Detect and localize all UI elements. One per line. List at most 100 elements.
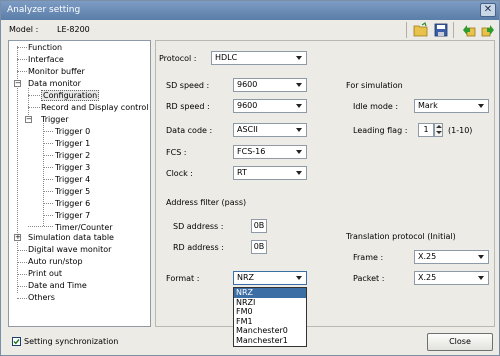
format-option[interactable]: NRZ (234, 288, 306, 298)
chevron-down-icon (293, 147, 305, 157)
setting-sync-checkbox[interactable] (12, 337, 21, 346)
tree-item-trigger-5[interactable]: Trigger 5 (55, 186, 90, 197)
rd-address-input[interactable]: 0B (251, 240, 267, 254)
format-option[interactable]: Manchester1 (234, 336, 306, 346)
chevron-down-icon (475, 273, 487, 283)
packet-label: Packet : (353, 274, 385, 283)
tree-item-simulation-data-table[interactable]: Simulation data table (28, 232, 114, 243)
protocol-select[interactable]: HDLC (211, 51, 307, 65)
tree-line (43, 191, 53, 192)
leading-flag-label: Leading flag : (353, 126, 408, 135)
chevron-down-icon (293, 168, 305, 178)
tree-line (43, 123, 44, 226)
chevron-down-icon (475, 252, 487, 262)
tree-line (43, 203, 53, 204)
format-dropdown-list[interactable]: NRZ NRZI FM0 FM1 Manchester0 Manchester1 (233, 287, 307, 347)
format-option[interactable]: FM1 (234, 317, 306, 327)
idle-mode-select[interactable]: Mark (414, 99, 489, 113)
packet-select[interactable]: X.25 (414, 271, 489, 285)
collapse-icon[interactable]: − (14, 80, 21, 87)
sd-speed-label: SD speed : (166, 81, 210, 90)
spin-up-icon[interactable] (436, 125, 442, 128)
clock-value: RT (237, 168, 247, 177)
spin-down-icon[interactable] (436, 131, 442, 134)
tree-item-trigger-2[interactable]: Trigger 2 (55, 150, 90, 161)
fcs-select[interactable]: FCS-16 (233, 145, 307, 159)
close-button[interactable]: Close (427, 333, 493, 351)
sd-address-input[interactable]: 0B (251, 219, 267, 233)
title-bar: Analyzer setting ✕ (1, 1, 499, 20)
tree-item-print-out[interactable]: Print out (28, 268, 62, 279)
format-value: NRZ (237, 273, 255, 282)
tree-item-digital-wave-monitor[interactable]: Digital wave monitor (28, 244, 111, 255)
settings-tree[interactable]: − − + Function Interface Monitor buffer … (8, 40, 151, 327)
expand-icon[interactable]: + (14, 234, 21, 241)
chevron-down-icon (293, 273, 305, 283)
simulation-title: For simulation (346, 81, 403, 90)
rd-speed-select[interactable]: 9600 (233, 99, 307, 113)
chevron-down-icon (293, 53, 305, 63)
packet-value: X.25 (418, 273, 437, 282)
format-option[interactable]: NRZI (234, 298, 306, 308)
tree-item-interface[interactable]: Interface (28, 54, 64, 65)
close-window-button[interactable]: ✕ (480, 3, 496, 17)
tree-item-configuration[interactable]: Configuration (41, 90, 100, 101)
frame-value: X.25 (418, 252, 437, 261)
toolbar-separator (406, 22, 407, 38)
tree-line (43, 131, 53, 132)
tree-item-trigger-0[interactable]: Trigger 0 (55, 126, 90, 137)
tree-line (43, 179, 53, 180)
data-code-select[interactable]: ASCII (233, 123, 307, 137)
tree-line (17, 286, 27, 287)
tree-line (17, 274, 27, 275)
data-code-label: Data code : (166, 126, 213, 135)
tree-item-data-monitor[interactable]: Data monitor (28, 78, 81, 89)
tree-item-others[interactable]: Others (28, 292, 55, 303)
window-title: Analyzer setting (7, 5, 81, 15)
address-filter-title: Address filter (pass) (166, 198, 247, 207)
tree-item-trigger-4[interactable]: Trigger 4 (55, 174, 90, 185)
tree-item-record-display-control[interactable]: Record and Display control (41, 102, 149, 113)
model-label: Model : (9, 25, 39, 34)
checkmark-icon (13, 339, 20, 345)
tree-line (28, 226, 53, 227)
format-label: Format : (166, 274, 200, 283)
protocol-value: HDLC (215, 53, 238, 62)
sd-speed-select[interactable]: 9600 (233, 78, 307, 92)
tree-item-auto-run-stop[interactable]: Auto run/stop (28, 256, 83, 267)
tree-item-trigger-7[interactable]: Trigger 7 (55, 210, 90, 221)
frame-select[interactable]: X.25 (414, 250, 489, 264)
frame-label: Frame : (353, 253, 384, 262)
tree-item-function[interactable]: Function (28, 42, 62, 53)
setting-sync-label[interactable]: Setting synchronization (24, 337, 118, 346)
clock-select[interactable]: RT (233, 166, 307, 180)
tree-line (43, 215, 53, 216)
leading-flag-input[interactable]: 1 (418, 123, 434, 137)
tree-line (28, 95, 40, 96)
chevron-down-icon (293, 101, 305, 111)
fcs-value: FCS-16 (237, 147, 266, 156)
rd-speed-value: 9600 (237, 101, 258, 110)
tree-item-trigger-1[interactable]: Trigger 1 (55, 138, 90, 149)
open-folder-icon[interactable] (413, 22, 429, 38)
translation-protocol-title: Translation protocol (Initial) (346, 232, 456, 241)
tree-line (43, 155, 53, 156)
tree-item-date-and-time[interactable]: Date and Time (28, 280, 87, 291)
collapse-icon[interactable]: − (25, 116, 32, 123)
tree-line (17, 298, 27, 299)
tree-item-monitor-buffer[interactable]: Monitor buffer (28, 66, 85, 77)
tree-item-trigger[interactable]: Trigger (41, 114, 69, 125)
format-select[interactable]: NRZ (233, 271, 307, 285)
leading-flag-range: (1-10) (448, 126, 473, 135)
save-disk-icon[interactable] (433, 22, 449, 38)
format-option[interactable]: Manchester0 (234, 326, 306, 336)
leading-flag-spinner[interactable] (434, 123, 443, 137)
tree-item-trigger-6[interactable]: Trigger 6 (55, 198, 90, 209)
export-icon[interactable] (480, 22, 496, 38)
chevron-down-icon (475, 101, 487, 111)
format-option[interactable]: FM0 (234, 307, 306, 317)
analyzer-setting-window: Analyzer setting ✕ Model : LE-8200 − − +… (0, 0, 500, 356)
import-icon[interactable] (461, 22, 477, 38)
tree-item-trigger-3[interactable]: Trigger 3 (55, 162, 90, 173)
tree-line (43, 167, 53, 168)
